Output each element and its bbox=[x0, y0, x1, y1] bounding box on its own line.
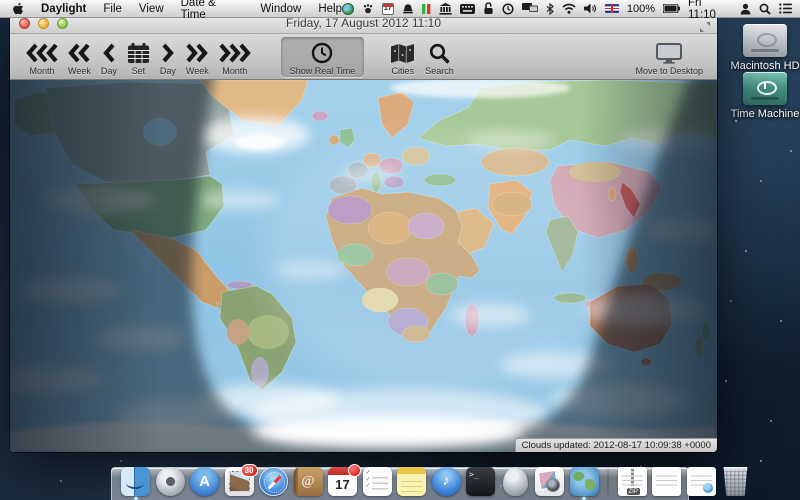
desktop-icon-label: Time Machine bbox=[729, 108, 800, 120]
calendar-icon bbox=[127, 41, 150, 65]
dock-icon-document[interactable] bbox=[652, 467, 681, 498]
chevron-triple-left-icon bbox=[26, 41, 58, 65]
world-map-svg bbox=[10, 80, 717, 452]
bell-menu-icon[interactable] bbox=[402, 1, 414, 17]
menu-date-time[interactable]: Date & Time bbox=[181, 0, 244, 21]
user-menu-icon[interactable] bbox=[740, 1, 751, 17]
dock-icon-safari[interactable] bbox=[259, 467, 288, 498]
dock-icon-trash[interactable] bbox=[721, 467, 750, 498]
mail-badge: 30 bbox=[241, 464, 258, 477]
dock-icon-document-globe[interactable] bbox=[687, 467, 716, 498]
paw-menu-icon[interactable] bbox=[362, 1, 374, 17]
battery-percent: 100% bbox=[627, 3, 655, 15]
menu-window[interactable]: Window bbox=[260, 3, 301, 15]
chevron-right-icon bbox=[162, 41, 174, 65]
daylight-globe-menu-icon[interactable] bbox=[342, 1, 354, 17]
dock-icon-mail[interactable]: 30 bbox=[225, 467, 254, 498]
back-day-button[interactable]: Day bbox=[97, 37, 121, 77]
apple-menu-icon[interactable] bbox=[12, 1, 24, 17]
menu-help[interactable]: Help bbox=[318, 3, 342, 15]
search-button[interactable]: Search bbox=[421, 37, 458, 77]
search-icon bbox=[429, 41, 450, 65]
forward-week-button[interactable]: Week bbox=[182, 37, 213, 77]
displays-menu-icon[interactable] bbox=[522, 1, 538, 17]
cities-button[interactable]: Cities bbox=[386, 37, 419, 77]
desktop: Daylight File View Date & Time Window He… bbox=[0, 0, 800, 500]
dock-divider bbox=[607, 468, 609, 498]
menu-app-name[interactable]: Daylight bbox=[41, 3, 86, 15]
move-to-desktop-button[interactable]: Move to Desktop bbox=[631, 37, 707, 77]
clouds-updated-status: Clouds updated: 2012-08-17 10:09:38 +000… bbox=[515, 438, 717, 452]
set-date-button[interactable]: Set bbox=[123, 37, 154, 77]
notification-center-icon[interactable] bbox=[779, 1, 792, 17]
dock-icon-contacts[interactable]: @ bbox=[294, 467, 323, 498]
forward-month-button[interactable]: Month bbox=[215, 37, 255, 77]
meter-menu-icon[interactable] bbox=[422, 1, 431, 17]
uk-flag-menu-icon[interactable] bbox=[605, 1, 619, 17]
dock-icon-zip-document[interactable]: ZIP bbox=[618, 467, 647, 498]
keyboard-menu-icon[interactable] bbox=[460, 1, 475, 17]
desktop-icon-label: Macintosh HD bbox=[729, 60, 800, 72]
show-real-time-button[interactable]: Show Real Time bbox=[281, 37, 365, 77]
dock-icon-terminal[interactable]: >_ bbox=[466, 467, 495, 498]
dock-icon-photo-booth[interactable] bbox=[535, 467, 564, 498]
dock-icon-itunes[interactable]: ♪ bbox=[432, 467, 461, 498]
wifi-menu-icon[interactable] bbox=[562, 1, 576, 17]
forward-day-button[interactable]: Day bbox=[156, 37, 180, 77]
desktop-icon-time-machine[interactable]: Time Machine bbox=[729, 72, 800, 120]
calendar-badge bbox=[348, 464, 361, 477]
calendar-menu-icon[interactable]: 17 bbox=[382, 3, 394, 15]
dock-icon-daylight[interactable] bbox=[570, 467, 599, 498]
dock-icon-calendar[interactable]: 17 bbox=[328, 467, 357, 498]
menu-view[interactable]: View bbox=[139, 3, 164, 15]
volume-menu-icon[interactable] bbox=[584, 1, 597, 17]
chevron-double-left-icon bbox=[68, 41, 90, 65]
spotlight-icon[interactable] bbox=[759, 1, 771, 17]
dock: A 30 @ 17 ♪ >_ ZIP bbox=[111, 464, 689, 500]
desktop-icon-macintosh-hd[interactable]: Macintosh HD bbox=[729, 24, 800, 72]
dock-icon-notes[interactable] bbox=[397, 467, 426, 498]
map-icon bbox=[390, 41, 415, 65]
clock-icon bbox=[311, 41, 333, 65]
daylight-window: Friday, 17 August 2012 11:10 Month Week bbox=[10, 13, 717, 452]
menu-clock[interactable]: Fri 11:10 bbox=[688, 0, 732, 21]
menu-bar: Daylight File View Date & Time Window He… bbox=[0, 0, 800, 18]
world-map[interactable]: Clouds updated: 2012-08-17 10:09:38 +000… bbox=[10, 80, 717, 452]
chevron-left-icon bbox=[103, 41, 115, 65]
hard-drive-icon bbox=[743, 24, 787, 57]
bluetooth-menu-icon[interactable] bbox=[546, 1, 554, 17]
sync-clock-menu-icon[interactable] bbox=[502, 1, 514, 17]
back-week-button[interactable]: Week bbox=[64, 37, 95, 77]
zip-label: ZIP bbox=[627, 488, 640, 495]
menu-file[interactable]: File bbox=[103, 3, 122, 15]
dock-icon-reminders[interactable] bbox=[363, 467, 392, 498]
lock-menu-icon[interactable] bbox=[483, 1, 494, 17]
dock-icon-egg-app[interactable] bbox=[501, 467, 530, 498]
back-month-button[interactable]: Month bbox=[22, 37, 62, 77]
toolbar: Month Week Day Set bbox=[10, 34, 717, 80]
display-icon bbox=[655, 41, 683, 65]
chevron-triple-right-icon bbox=[219, 41, 251, 65]
battery-icon[interactable] bbox=[663, 1, 680, 17]
bank-menu-icon[interactable] bbox=[439, 1, 452, 17]
dock-icon-finder[interactable] bbox=[121, 467, 150, 498]
chevron-double-right-icon bbox=[186, 41, 208, 65]
dock-icon-app-store[interactable]: A bbox=[190, 467, 219, 498]
time-machine-drive-icon bbox=[743, 72, 787, 105]
dock-icon-launchpad[interactable] bbox=[156, 467, 185, 498]
